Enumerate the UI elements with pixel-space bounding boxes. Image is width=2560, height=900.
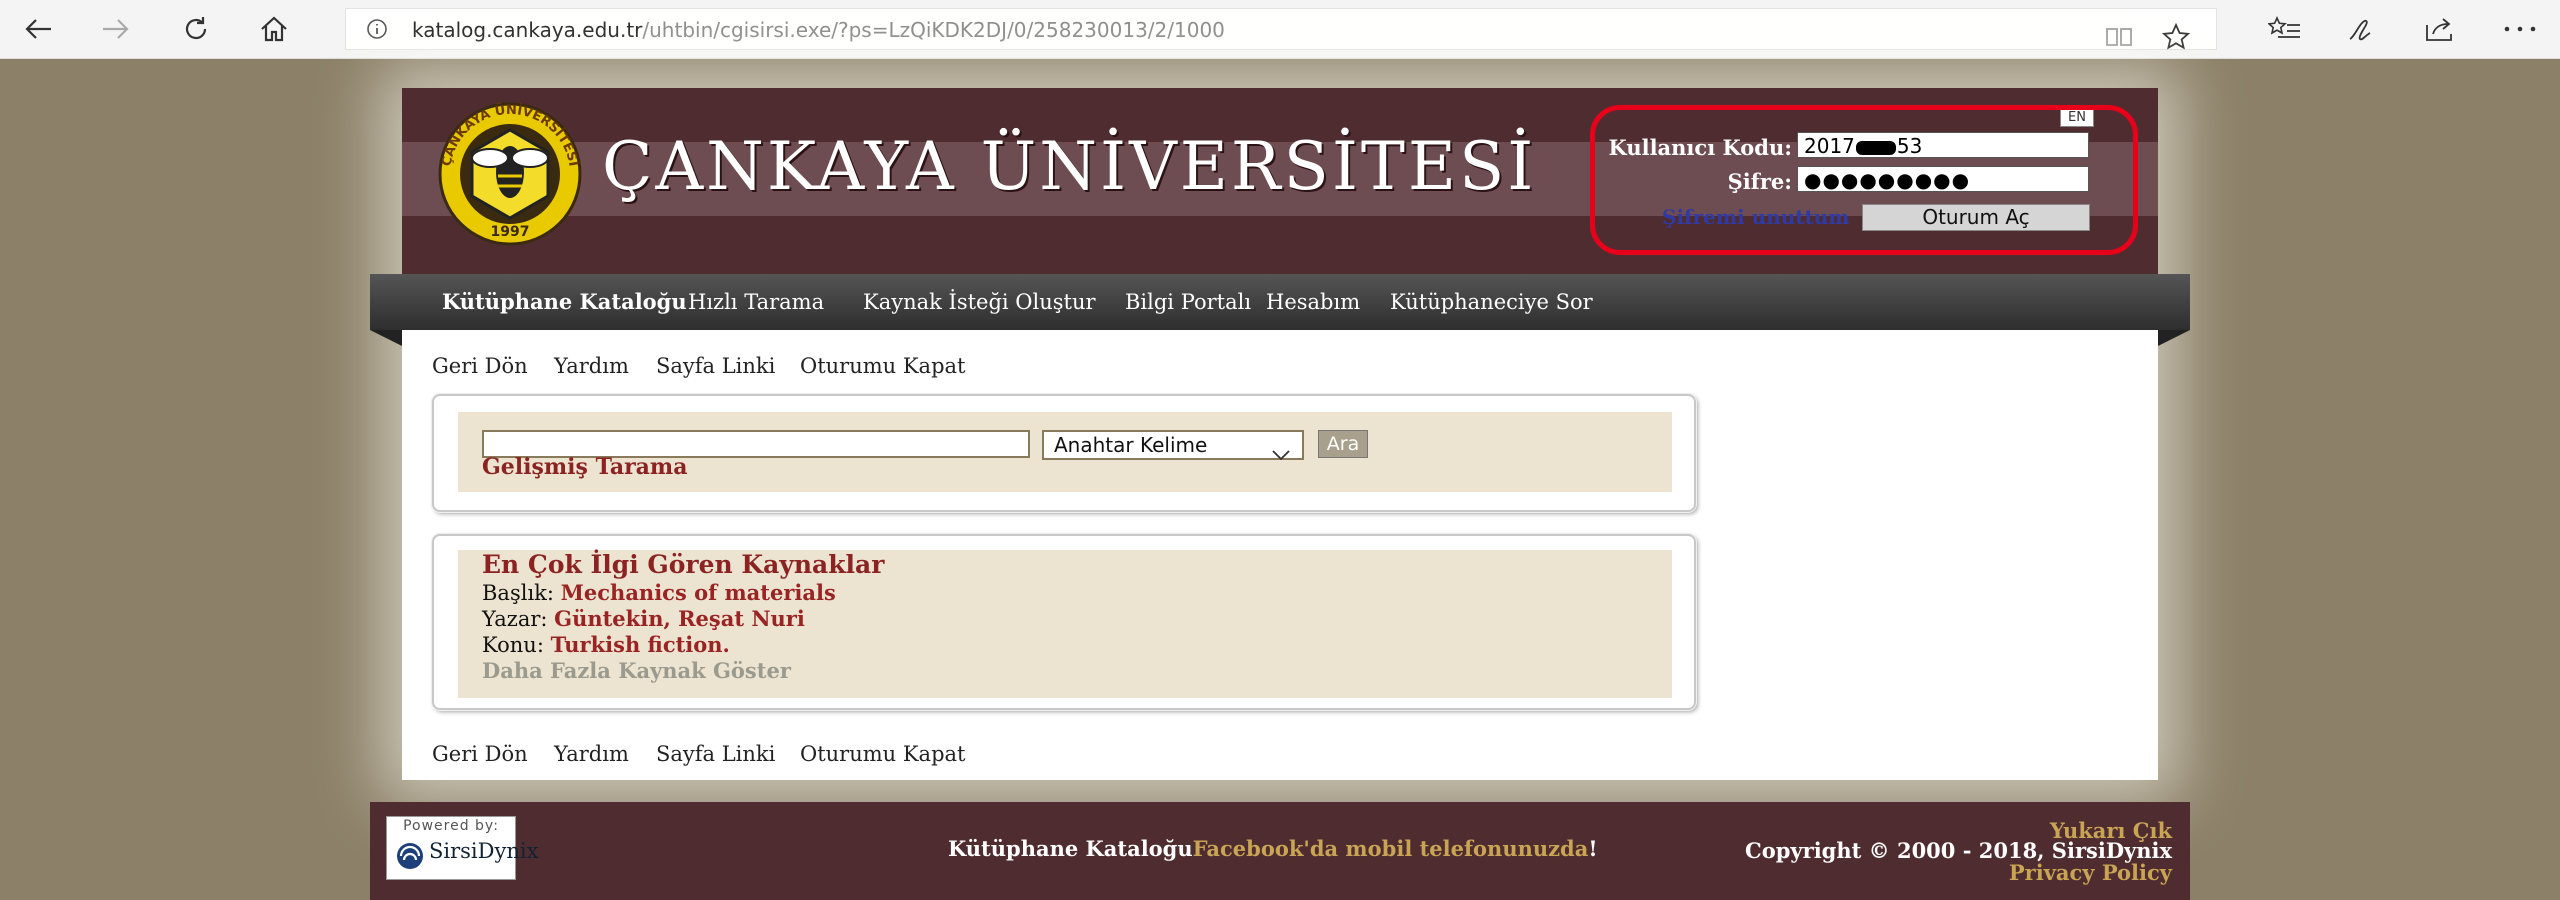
nav-ask-librarian[interactable]: Kütüphaneciye Sor — [1390, 274, 1593, 330]
privacy-policy-link[interactable]: Privacy Policy — [2009, 860, 2172, 885]
link-help[interactable]: Yardım — [554, 354, 629, 378]
popular-resources-panel: En Çok İlgi Gören Kaynaklar Başlık: Mech… — [458, 550, 1672, 698]
search-box: Anahtar Kelime Ara Gelişmiş Tarama — [432, 394, 1696, 512]
nav-quick-search[interactable]: Hızlı Tarama — [688, 274, 824, 330]
site-title: ÇANKAYA ÜNİVERSİTESİ — [602, 128, 1537, 205]
search-type-select[interactable]: Anahtar Kelime — [1042, 430, 1304, 461]
author-link[interactable]: Güntekin, Reşat Nuri — [554, 606, 805, 631]
nav-info-portal[interactable]: Bilgi Portalı — [1125, 274, 1251, 330]
link-back[interactable]: Geri Dön — [432, 354, 528, 378]
pen-icon[interactable] — [2342, 10, 2382, 48]
row-label: Başlık: — [482, 581, 554, 605]
exclaim-text: ! — [1588, 836, 1598, 861]
search-panel: Anahtar Kelime Ara Gelişmiş Tarama — [458, 412, 1672, 492]
link-logout[interactable]: Oturumu Kapat — [800, 354, 965, 378]
sirsidynix-logo[interactable]: Powered by: SirsiDynix — [386, 816, 538, 880]
catalog-text: Kütüphane Kataloğu — [948, 836, 1193, 861]
nav-account[interactable]: Hesabım — [1266, 274, 1360, 330]
row-label: Konu: — [482, 633, 544, 657]
site-footer: Powered by: SirsiDynix Kütüphane Kataloğ… — [370, 802, 2190, 900]
favorites-icon[interactable] — [2265, 10, 2305, 48]
search-button[interactable]: Ara — [1318, 430, 1368, 458]
resource-row-title: Başlık: Mechanics of materials — [482, 580, 836, 605]
sirsidynix-text: SirsiDynix — [429, 839, 539, 863]
reading-view-icon[interactable] — [2101, 19, 2137, 55]
title-link[interactable]: Mechanics of materials — [561, 580, 836, 605]
refresh-icon[interactable] — [176, 10, 216, 48]
forward-icon[interactable] — [96, 10, 136, 48]
highlight-annotation — [1590, 105, 2138, 255]
nav-library-catalog[interactable]: Kütüphane Kataloğu — [442, 274, 687, 330]
main-nav: Kütüphane Kataloğu Hızlı Tarama Kaynak İ… — [370, 274, 2190, 330]
row-label: Yazar: — [482, 607, 548, 631]
powered-by-text: Powered by: — [403, 818, 499, 834]
popular-resources-box: En Çok İlgi Gören Kaynaklar Başlık: Mech… — [432, 534, 1696, 710]
back-icon[interactable] — [18, 10, 58, 48]
url-path: /uhtbin/cgisirsi.exe/?ps=LzQiKDK2DJ/0/25… — [642, 18, 1225, 42]
browser-toolbar: katalog.cankaya.edu.tr/uhtbin/cgisirsi.e… — [0, 0, 2560, 59]
link-back-bottom[interactable]: Geri Dön — [432, 742, 528, 766]
subject-link[interactable]: Turkish fiction. — [551, 632, 730, 657]
link-help-bottom[interactable]: Yardım — [554, 742, 629, 766]
show-more-link[interactable]: Daha Fazla Kaynak Göster — [482, 658, 791, 683]
nav-resource-request[interactable]: Kaynak İsteği Oluştur — [863, 274, 1096, 330]
university-logo[interactable]: ÇANKAYA ÜNİVERSİTESİ 1997 — [418, 100, 602, 252]
url-host: katalog.cankaya.edu.tr — [412, 18, 643, 42]
link-page-link-bottom[interactable]: Sayfa Linki — [656, 742, 775, 766]
catalog-page: ÇANKAYA ÜNİVERSİTESİ 1997 ÇANKAYA ÜNİVER… — [370, 88, 2190, 780]
mobile-promo: Kütüphane KataloğuFacebook'da mobil tele… — [948, 836, 1598, 861]
address-bar[interactable]: katalog.cankaya.edu.tr/uhtbin/cgisirsi.e… — [345, 8, 2217, 50]
link-page-link[interactable]: Sayfa Linki — [656, 354, 775, 378]
info-icon[interactable] — [366, 18, 388, 44]
nav-fold-left — [370, 330, 402, 346]
resource-row-subject: Konu: Turkish fiction. — [482, 632, 730, 657]
site-header: ÇANKAYA ÜNİVERSİTESİ 1997 ÇANKAYA ÜNİVER… — [402, 88, 2158, 274]
link-logout-bottom[interactable]: Oturumu Kapat — [800, 742, 965, 766]
search-type-value: Anahtar Kelime — [1054, 433, 1208, 457]
resource-row-author: Yazar: Güntekin, Reşat Nuri — [482, 606, 805, 631]
popular-resources-title: En Çok İlgi Gören Kaynaklar — [482, 550, 885, 579]
more-icon[interactable] — [2500, 10, 2540, 48]
nav-fold-right — [2158, 330, 2190, 346]
facebook-link[interactable]: Facebook'da mobil telefonunuzda — [1193, 836, 1589, 861]
logo-year: 1997 — [491, 224, 530, 240]
home-icon[interactable] — [254, 10, 294, 48]
advanced-search-link[interactable]: Gelişmiş Tarama — [482, 454, 687, 480]
favorite-star-icon[interactable] — [2158, 19, 2194, 55]
share-icon[interactable] — [2420, 10, 2460, 48]
url-text[interactable]: katalog.cankaya.edu.tr/uhtbin/cgisirsi.e… — [412, 18, 1225, 42]
chevron-down-icon — [1272, 440, 1290, 466]
sirsidynix-icon — [395, 841, 425, 875]
